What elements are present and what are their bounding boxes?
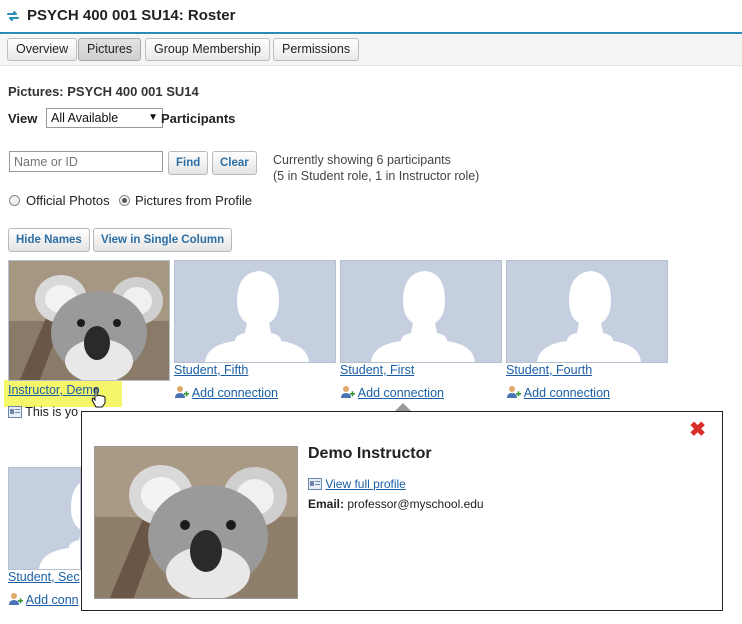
hand-cursor-icon (91, 387, 106, 408)
add-connection-text: Add connection (523, 386, 610, 400)
participant-name-link[interactable]: Student, Fourth (506, 363, 592, 377)
instructor-photo[interactable] (8, 260, 170, 381)
add-connection-text: Add conn (25, 593, 79, 607)
status-line-2: (5 in Student role, 1 in Instructor role… (273, 169, 480, 183)
refresh-icon[interactable] (6, 9, 20, 23)
profile-popup: ✖ Demo Instructor View full profile Emai… (81, 411, 723, 611)
view-label: View (8, 111, 38, 126)
view-select[interactable]: All Available ▼ (46, 108, 163, 128)
person-add-icon (507, 386, 521, 398)
email-label: Email: (308, 497, 345, 511)
view-profile-text: View full profile (325, 477, 406, 491)
person-add-icon (341, 386, 355, 398)
placeholder-photo[interactable] (340, 260, 502, 363)
participant-name-link[interactable]: Student, First (340, 363, 414, 377)
clear-button[interactable]: Clear (212, 151, 257, 175)
find-button[interactable]: Find (168, 151, 209, 175)
silhouette-icon (205, 271, 309, 362)
single-column-button[interactable]: View in Single Column (93, 228, 233, 252)
section-title: Pictures: PSYCH 400 001 SU14 (8, 84, 199, 99)
instructor-note-text: This is yo (25, 405, 79, 419)
participant-name-link[interactable]: Student, Sec (8, 570, 80, 584)
view-select-value: All Available (51, 111, 119, 125)
participant-count: Currently showing 6 participants (5 in S… (273, 152, 479, 184)
popup-name: Demo Instructor (308, 445, 432, 462)
status-line-1: Currently showing 6 participants (273, 153, 451, 167)
add-connection-link[interactable]: Add connection (506, 385, 610, 400)
silhouette-icon (371, 271, 475, 362)
official-photos-label: Official Photos (26, 193, 110, 208)
dropdown-arrow-icon: ▼ (148, 112, 158, 123)
instructor-note: This is yo (8, 405, 78, 419)
person-add-icon (9, 593, 23, 605)
roster-header: PSYCH 400 001 SU14: Roster (0, 0, 742, 34)
koala-photo-icon (9, 261, 169, 380)
koala-photo-icon (95, 447, 297, 598)
add-connection-link[interactable]: Add connection (174, 385, 278, 400)
tab-group-membership[interactable]: Group Membership (145, 38, 270, 61)
silhouette-icon (39, 482, 80, 569)
silhouette-icon (537, 271, 641, 362)
add-connection-text: Add connection (191, 386, 278, 400)
view-profile-link[interactable]: View full profile (308, 477, 406, 491)
placeholder-photo[interactable] (174, 260, 336, 363)
hide-names-button[interactable]: Hide Names (8, 228, 90, 252)
tab-permissions[interactable]: Permissions (273, 38, 360, 61)
profile-pictures-label: Pictures from Profile (135, 193, 253, 208)
official-photos-radio[interactable] (9, 195, 20, 206)
participant-name-link[interactable]: Student, Fifth (174, 363, 248, 377)
participant-name-link[interactable]: Instructor, Demo (8, 383, 100, 397)
search-input[interactable] (9, 151, 163, 172)
person-add-icon (175, 386, 189, 398)
page-title: PSYCH 400 001 SU14: Roster (27, 7, 236, 24)
tab-overview[interactable]: Overview (7, 38, 78, 61)
add-connection-link[interactable]: Add connection (340, 385, 444, 400)
add-connection-text: Add connection (357, 386, 444, 400)
id-card-icon (308, 478, 322, 490)
tab-bar: Overview Pictures Group Membership Permi… (0, 35, 742, 66)
popup-photo (94, 446, 298, 599)
add-connection-link[interactable]: Add conn (8, 592, 79, 607)
email-value: professor@myschool.edu (347, 497, 484, 511)
tab-pictures[interactable]: Pictures (78, 38, 142, 61)
id-card-icon (8, 406, 22, 418)
close-icon[interactable]: ✖ (689, 420, 706, 440)
placeholder-photo[interactable] (506, 260, 668, 363)
placeholder-photo[interactable] (8, 467, 81, 570)
profile-pictures-radio[interactable] (119, 195, 130, 206)
popup-email: Email: professor@myschool.edu (308, 497, 484, 511)
participants-label: Participants (161, 111, 236, 126)
